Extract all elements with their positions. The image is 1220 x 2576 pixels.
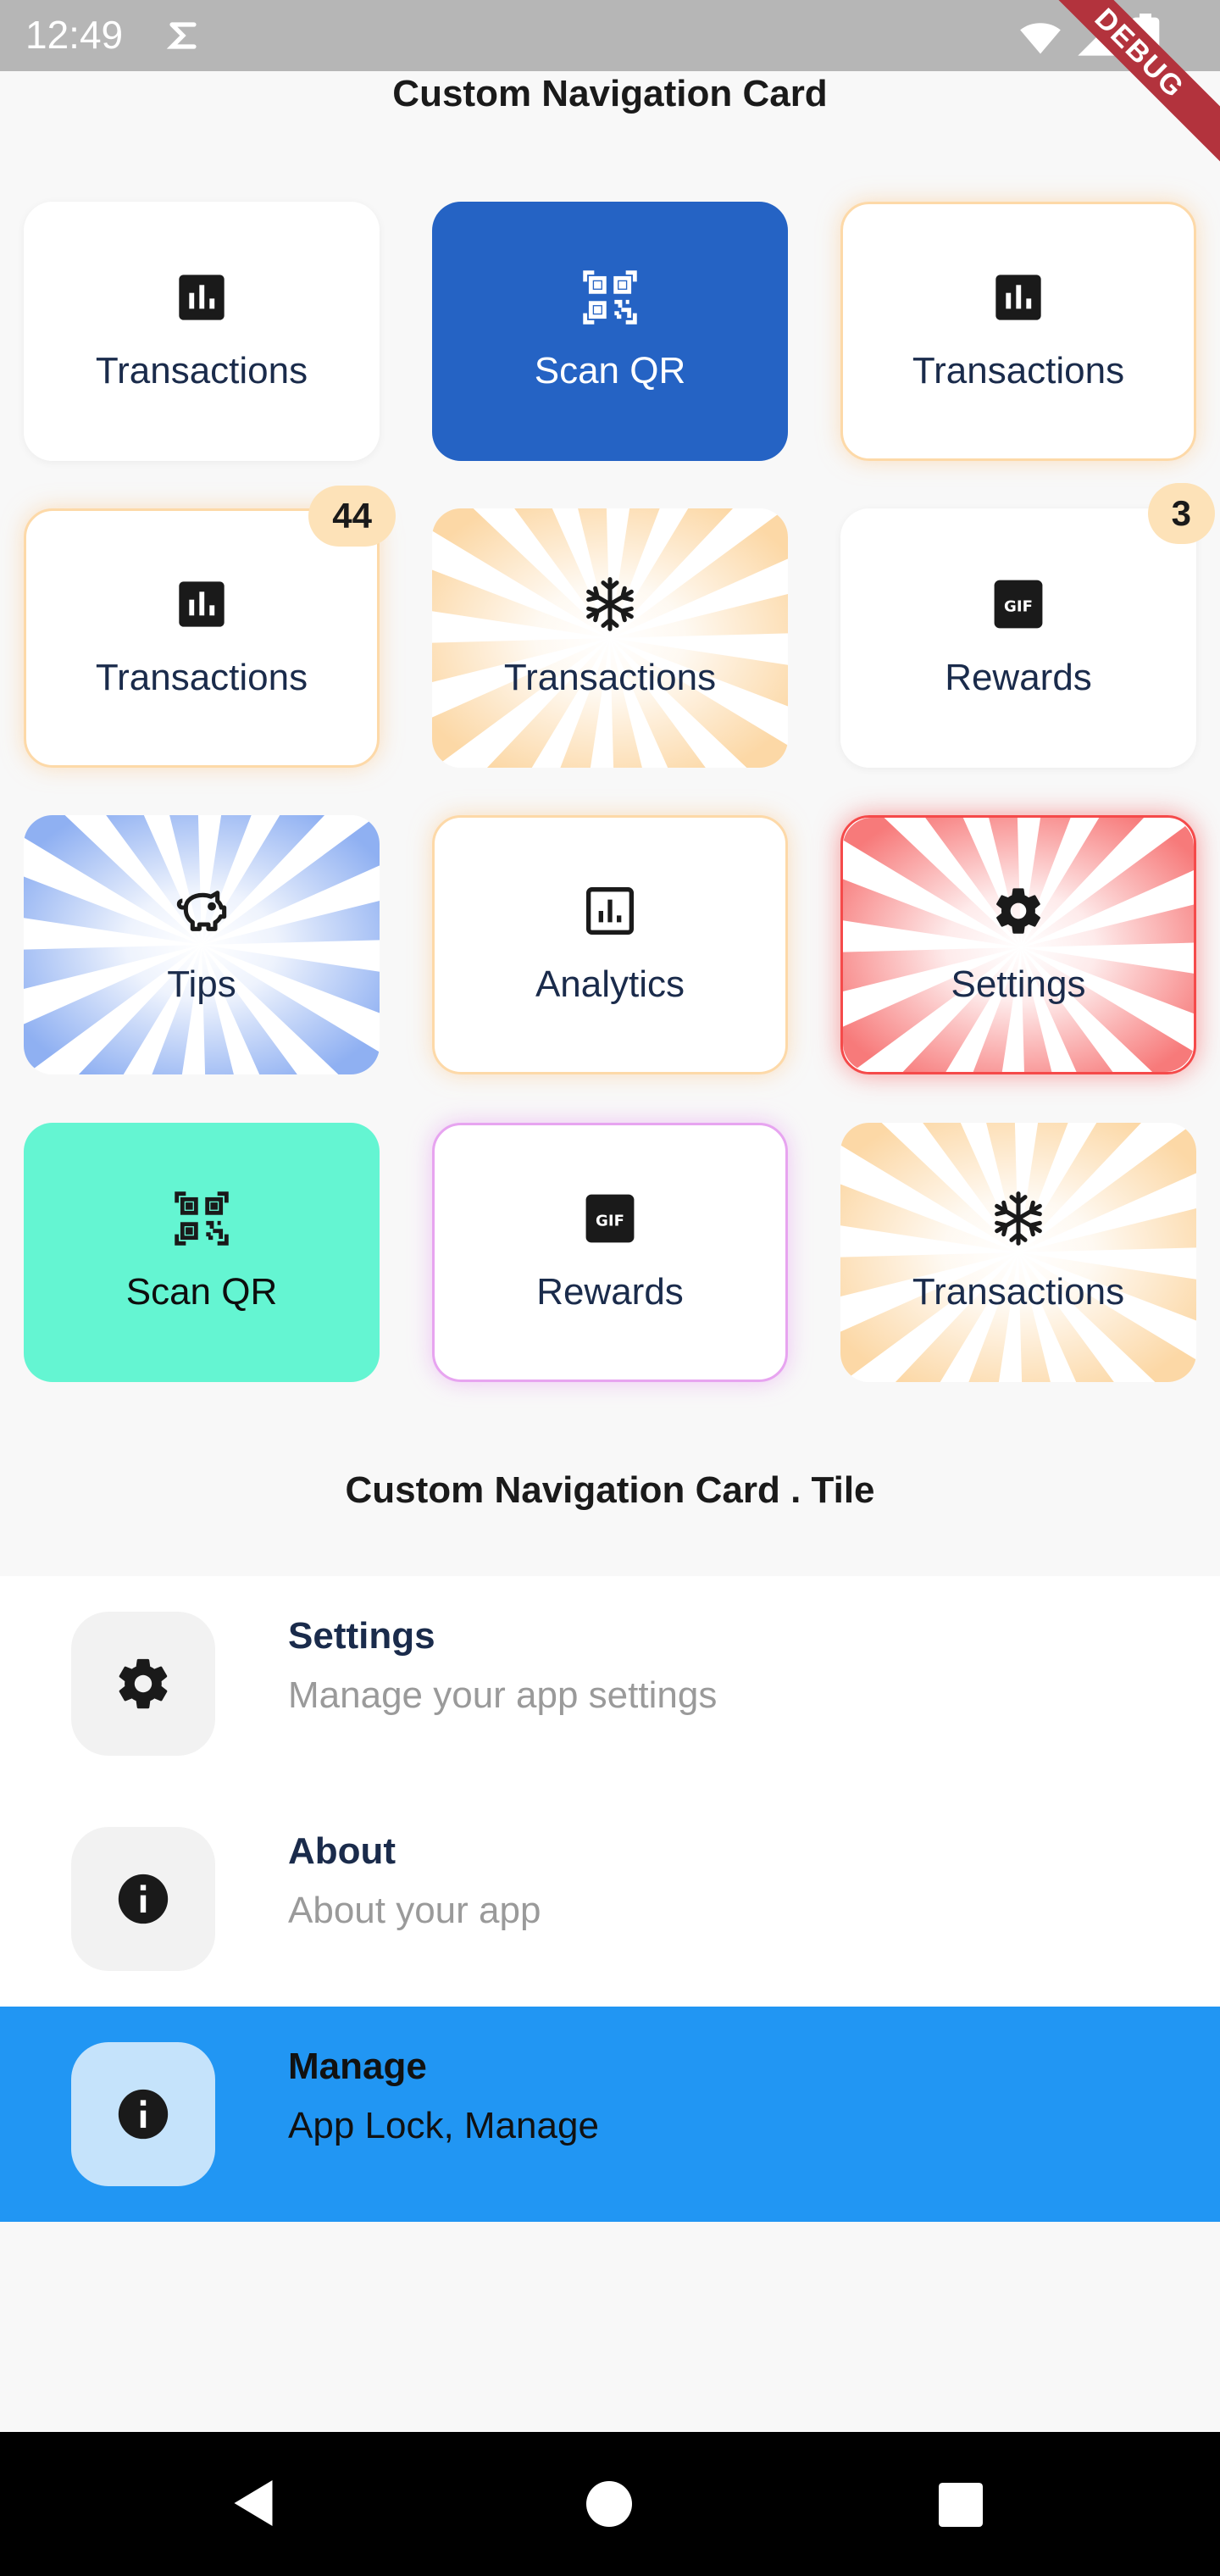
nav-card-transactions[interactable]: Transactions <box>432 508 788 768</box>
nav-card-rewards[interactable]: GIF Rewards 3 <box>840 483 1215 768</box>
card-label: Transactions <box>912 350 1125 391</box>
bar-chart-icon <box>991 270 1045 325</box>
card-background <box>843 204 1194 458</box>
card-label: Tips <box>167 963 236 1005</box>
nav-card-scan-qr[interactable]: Scan QR <box>432 202 788 461</box>
card-label: Transactions <box>503 657 717 698</box>
card-label: Analytics <box>535 963 685 1005</box>
gear-icon <box>114 1654 173 1713</box>
card-label: Scan QR <box>534 350 686 391</box>
card-background <box>24 1123 380 1382</box>
card-label: Rewards <box>536 1271 684 1313</box>
tile-section-title: Custom Navigation Card . Tile <box>345 1469 875 1511</box>
info-icon <box>114 1869 173 1929</box>
card-background <box>432 508 788 768</box>
tile-title: Manage <box>288 2046 427 2087</box>
card-background <box>435 818 785 1072</box>
card-label: Scan QR <box>125 1271 278 1313</box>
tile-settings[interactable]: Settings Manage your app settings <box>0 1576 1220 1791</box>
system-navigation-bar <box>0 2432 1220 2576</box>
card-background <box>843 818 1194 1072</box>
info-icon <box>114 2085 173 2144</box>
analytics-icon <box>583 884 637 938</box>
sim-icon <box>166 22 197 49</box>
tile-subtitle: App Lock, Manage <box>288 2105 599 2146</box>
recents-icon[interactable] <box>939 2483 983 2527</box>
back-icon[interactable] <box>230 2478 276 2529</box>
snowflake-icon <box>583 577 637 631</box>
tile-subtitle: Manage your app settings <box>288 1674 718 1716</box>
nav-card-transactions[interactable]: Transactions <box>840 202 1196 461</box>
tile-title: Settings <box>288 1615 435 1657</box>
count-badge: 3 <box>1147 483 1215 544</box>
gif-icon: GIF <box>583 1191 637 1246</box>
svg-text:GIF: GIF <box>1004 597 1033 615</box>
card-background <box>24 202 380 461</box>
nav-card-settings[interactable]: Settings <box>840 815 1196 1074</box>
nav-card-transactions[interactable]: Transactions 44 <box>24 486 396 768</box>
tile-title: About <box>288 1830 396 1872</box>
qr-code-icon <box>175 1191 229 1246</box>
gif-icon: GIF <box>991 577 1045 631</box>
piggy-bank-icon <box>175 884 229 938</box>
tile-about[interactable]: About About your app <box>0 1791 1220 2007</box>
nav-card-transactions[interactable]: Transactions <box>840 1123 1196 1382</box>
tile-subtitle: About your app <box>288 1890 541 1931</box>
card-label: Rewards <box>945 657 1092 698</box>
card-label: Transactions <box>95 350 308 391</box>
tile-icon-container <box>71 2042 215 2186</box>
count-badge: 44 <box>308 486 396 547</box>
nav-card-transactions[interactable]: Transactions <box>24 202 380 461</box>
card-background <box>840 508 1196 768</box>
card-background <box>432 202 788 461</box>
wifi-icon <box>1020 23 1061 54</box>
card-background <box>840 1123 1196 1382</box>
svg-text:GIF: GIF <box>596 1212 624 1230</box>
status-bar: 12:49 <box>0 0 1220 71</box>
card-background <box>24 815 380 1074</box>
home-icon[interactable] <box>586 2481 632 2527</box>
card-label: Transactions <box>95 657 308 698</box>
snowflake-icon <box>991 1191 1045 1246</box>
page-title: Custom Navigation Card <box>392 73 828 114</box>
card-label: Settings <box>951 963 1086 1005</box>
tile-manage[interactable]: Manage App Lock, Manage <box>0 2007 1220 2222</box>
tile-list: Settings Manage your app settings About Abo… <box>0 1576 1220 2222</box>
card-label: Transactions <box>912 1271 1125 1313</box>
nav-card-rewards[interactable]: GIF Rewards <box>432 1123 788 1382</box>
tile-icon-container <box>71 1827 215 1971</box>
nav-card-analytics[interactable]: Analytics <box>432 815 788 1074</box>
bar-chart-icon <box>175 270 229 325</box>
status-time: 12:49 <box>25 13 124 57</box>
tile-icon-container <box>71 1612 215 1756</box>
gear-icon <box>991 884 1045 938</box>
card-background <box>435 1125 785 1380</box>
qr-code-icon <box>583 270 637 325</box>
card-background <box>26 511 377 765</box>
bar-chart-icon <box>175 577 229 631</box>
nav-card-tips[interactable]: Tips <box>24 815 380 1074</box>
nav-card-scan-qr[interactable]: Scan QR <box>24 1123 380 1382</box>
